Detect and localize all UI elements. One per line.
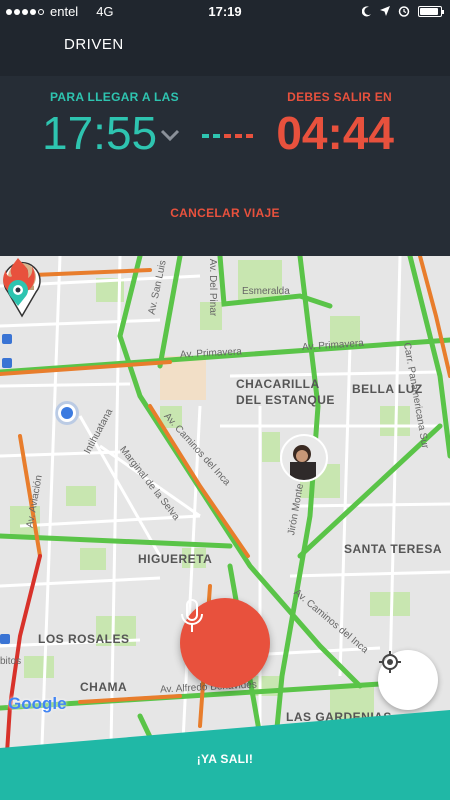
area-label: CHACARILLA DEL ESTANQUE (236, 377, 335, 407)
chevron-down-icon[interactable] (160, 128, 180, 142)
arrive-time[interactable]: 17:55 (42, 106, 157, 160)
microphone-icon (181, 599, 203, 632)
battery-icon (418, 5, 444, 17)
voice-input-button[interactable] (180, 598, 270, 688)
app-header: DRIVEN (0, 24, 450, 76)
area-label: SANTA TERESA (344, 542, 443, 556)
locate-me-button[interactable] (378, 650, 438, 710)
progress-dashes (202, 134, 253, 138)
fire-pin-icon[interactable] (0, 256, 36, 308)
bottom-action-bar[interactable]: ¡YA SALI! (0, 706, 450, 800)
street-label: Av. Del Pinar (207, 258, 219, 317)
current-location-dot (58, 404, 76, 422)
leave-label: DEBES SALIR EN (287, 90, 392, 104)
area-label: CHAMA (80, 680, 128, 694)
location-arrow-icon (380, 6, 390, 16)
crosshair-icon (379, 651, 401, 673)
status-icons (362, 5, 444, 17)
street-label: Esmeralda (242, 286, 290, 297)
app-title: DRIVEN (64, 36, 124, 53)
alarm-icon (398, 6, 410, 17)
ya-sali-button[interactable]: ¡YA SALI! (0, 752, 450, 766)
area-label: LOS ROSALES (38, 632, 130, 646)
street-label: bitos (0, 656, 22, 667)
cancel-trip-button[interactable]: CANCELAR VIAJE (0, 206, 450, 220)
arrive-label: PARA LLEGAR A LAS (50, 90, 179, 104)
trip-panel: PARA LLEGAR A LAS 17:55 DEBES SALIR EN 0… (0, 76, 450, 256)
friend-avatar[interactable] (280, 434, 328, 482)
area-label: HIGUERETA (138, 552, 213, 566)
status-bar: entel 4G 17:19 (0, 0, 450, 24)
leave-countdown: 04:44 (276, 107, 394, 159)
moon-icon (362, 5, 371, 16)
friend-photo-icon (282, 436, 326, 480)
